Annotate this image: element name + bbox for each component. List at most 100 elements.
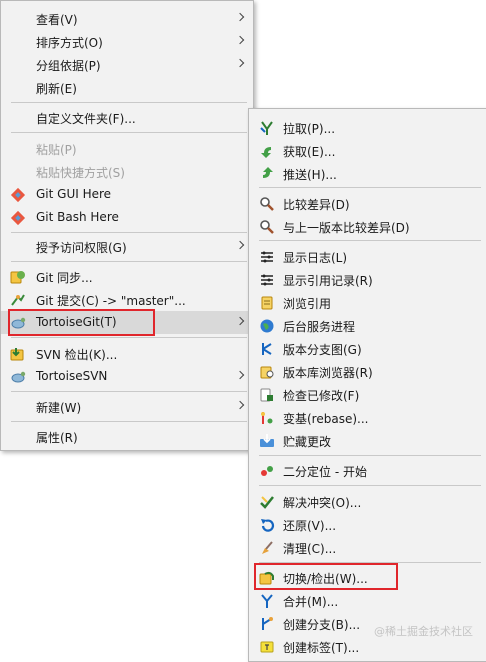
- menu-item-browse-references[interactable]: 浏览引用: [249, 291, 486, 314]
- menu-item-label: 粘贴快捷方式(S): [36, 166, 125, 180]
- menu-item-properties[interactable]: 属性(R): [1, 425, 253, 448]
- svn-checkout-icon: [10, 348, 24, 361]
- menu-item-label: SVN 检出(K)...: [36, 348, 118, 362]
- menu-item-resolve-conflicts[interactable]: 解决冲突(O)...: [249, 490, 486, 513]
- menu-item-git-commit[interactable]: Git 提交(C) -> "master"...: [1, 288, 253, 311]
- git-icon: [10, 210, 26, 226]
- menu-separator: [259, 485, 481, 486]
- menu-item-label: 浏览引用: [283, 297, 332, 311]
- menu-item-push[interactable]: 推送(H)...: [249, 162, 486, 185]
- menu-item-label: 还原(V)...: [283, 519, 337, 533]
- menu-item-label: 获取(E)...: [283, 145, 336, 159]
- magnifier-icon: [260, 220, 274, 234]
- fetch-icon: [261, 147, 271, 158]
- pull-icon: [260, 121, 273, 135]
- menu-separator: [11, 261, 247, 262]
- submenu-arrow-icon: [235, 12, 245, 22]
- menu-item-label: 后台服务进程: [283, 320, 356, 334]
- merge-icon: [261, 594, 273, 608]
- menu-item-label: 清理(C)...: [283, 542, 337, 556]
- menu-item-tortoisesvn[interactable]: TortoiseSVN: [1, 365, 253, 388]
- highlight-box: [254, 563, 398, 590]
- tortoisesvn-icon: [11, 371, 26, 383]
- menu-item-git-sync[interactable]: Git 同步...: [1, 265, 253, 288]
- menu-item-git-bash[interactable]: Git Bash Here: [1, 206, 253, 229]
- menu-item-label: 显示日志(L): [283, 251, 348, 265]
- create-branch-icon: [262, 617, 273, 630]
- submenu-arrow-icon: [235, 240, 245, 250]
- magnifier-icon: [260, 197, 274, 211]
- menu-item-label: 刷新(E): [36, 82, 77, 96]
- menu-item-view[interactable]: 查看(V): [1, 7, 253, 30]
- menu-item-label: 授予访问权限(G): [36, 241, 127, 255]
- menu-separator: [11, 232, 247, 233]
- menu-item-label: Git 提交(C) -> "master"...: [36, 294, 186, 308]
- menu-item-diff-previous[interactable]: 与上一版本比较差异(D): [249, 215, 486, 238]
- menu-item-grant-access[interactable]: 授予访问权限(G): [1, 235, 253, 258]
- submenu-arrow-icon: [235, 35, 245, 45]
- menu-item-revision-graph[interactable]: 版本分支图(G): [249, 337, 486, 360]
- browse-references-icon: [261, 296, 273, 310]
- menu-item-diff[interactable]: 比较差异(D): [249, 192, 486, 215]
- menu-separator: [259, 240, 481, 241]
- menu-item-paste-shortcut[interactable]: 粘贴快捷方式(S): [1, 160, 253, 183]
- menu-separator: [11, 337, 247, 338]
- menu-separator: [11, 102, 247, 103]
- menu-item-revert[interactable]: 还原(V)...: [249, 513, 486, 536]
- menu-item-refresh[interactable]: 刷新(E): [1, 76, 253, 99]
- menu-item-label: 排序方式(O): [36, 36, 103, 50]
- submenu-arrow-icon: [235, 58, 245, 68]
- menu-separator: [11, 421, 247, 422]
- menu-item-label: 粘贴(P): [36, 143, 77, 157]
- menu-item-label: Git Bash Here: [36, 210, 119, 224]
- menu-item-reflog[interactable]: 显示引用记录(R): [249, 268, 486, 291]
- menu-item-pull[interactable]: 拉取(P)...: [249, 116, 486, 139]
- submenu-arrow-icon: [235, 316, 245, 326]
- menu-separator: [259, 187, 481, 188]
- menu-item-label: Git 同步...: [36, 271, 93, 285]
- menu-item-cleanup[interactable]: 清理(C)...: [249, 536, 486, 559]
- git-commit-icon: [11, 294, 25, 306]
- menu-item-label: TortoiseSVN: [36, 369, 108, 383]
- menu-item-daemon[interactable]: 后台服务进程: [249, 314, 486, 337]
- menu-item-label: 比较差异(D): [283, 198, 350, 212]
- menu-item-label: 自定义文件夹(F)...: [36, 112, 136, 126]
- menu-item-git-gui[interactable]: Git GUI Here: [1, 183, 253, 206]
- context-menu: 查看(V) 排序方式(O) 分组依据(P) 刷新(E) 自定义文件夹(F)...…: [0, 0, 254, 451]
- menu-item-fetch[interactable]: 获取(E)...: [249, 139, 486, 162]
- menu-item-stash[interactable]: 贮藏更改: [249, 429, 486, 452]
- log-icon: [261, 274, 273, 286]
- menu-item-label: 创建标签(T)...: [283, 641, 360, 655]
- menu-item-group-by[interactable]: 分组依据(P): [1, 53, 253, 76]
- revision-graph-icon: [262, 343, 272, 355]
- menu-item-label: 分组依据(P): [36, 59, 101, 73]
- menu-item-label: 解决冲突(O)...: [283, 496, 362, 510]
- git-sync-icon: [10, 271, 25, 284]
- menu-item-paste[interactable]: 粘贴(P): [1, 137, 253, 160]
- bisect-icon: [261, 466, 273, 476]
- menu-item-new[interactable]: 新建(W): [1, 395, 253, 418]
- menu-separator: [259, 455, 481, 456]
- menu-item-rebase[interactable]: 变基(rebase)...: [249, 406, 486, 429]
- watermark: @稀土掘金技术社区: [374, 625, 473, 638]
- menu-item-label: 新建(W): [36, 401, 82, 415]
- git-icon: [10, 187, 26, 203]
- menu-item-label: 拉取(P)...: [283, 122, 336, 136]
- menu-item-show-log[interactable]: 显示日志(L): [249, 245, 486, 268]
- submenu-arrow-icon: [235, 370, 245, 380]
- menu-item-sort-by[interactable]: 排序方式(O): [1, 30, 253, 53]
- menu-item-label: 版本分支图(G): [283, 343, 362, 357]
- revert-icon: [261, 519, 275, 532]
- menu-item-label: 属性(R): [36, 431, 78, 445]
- menu-item-label: 创建分支(B)...: [283, 618, 361, 632]
- menu-item-label: 显示引用记录(R): [283, 274, 373, 288]
- menu-item-label: 与上一版本比较差异(D): [283, 221, 410, 235]
- menu-item-label: 二分定位 - 开始: [283, 465, 367, 479]
- menu-item-merge[interactable]: 合并(M)...: [249, 589, 486, 612]
- menu-item-svn-checkout[interactable]: SVN 检出(K)...: [1, 342, 253, 365]
- menu-item-label: 版本库浏览器(R): [283, 366, 373, 380]
- menu-item-customize-folder[interactable]: 自定义文件夹(F)...: [1, 106, 253, 129]
- menu-item-check-modifications[interactable]: 检查已修改(F): [249, 383, 486, 406]
- menu-item-repo-browser[interactable]: 版本库浏览器(R): [249, 360, 486, 383]
- menu-item-bisect-start[interactable]: 二分定位 - 开始: [249, 459, 486, 482]
